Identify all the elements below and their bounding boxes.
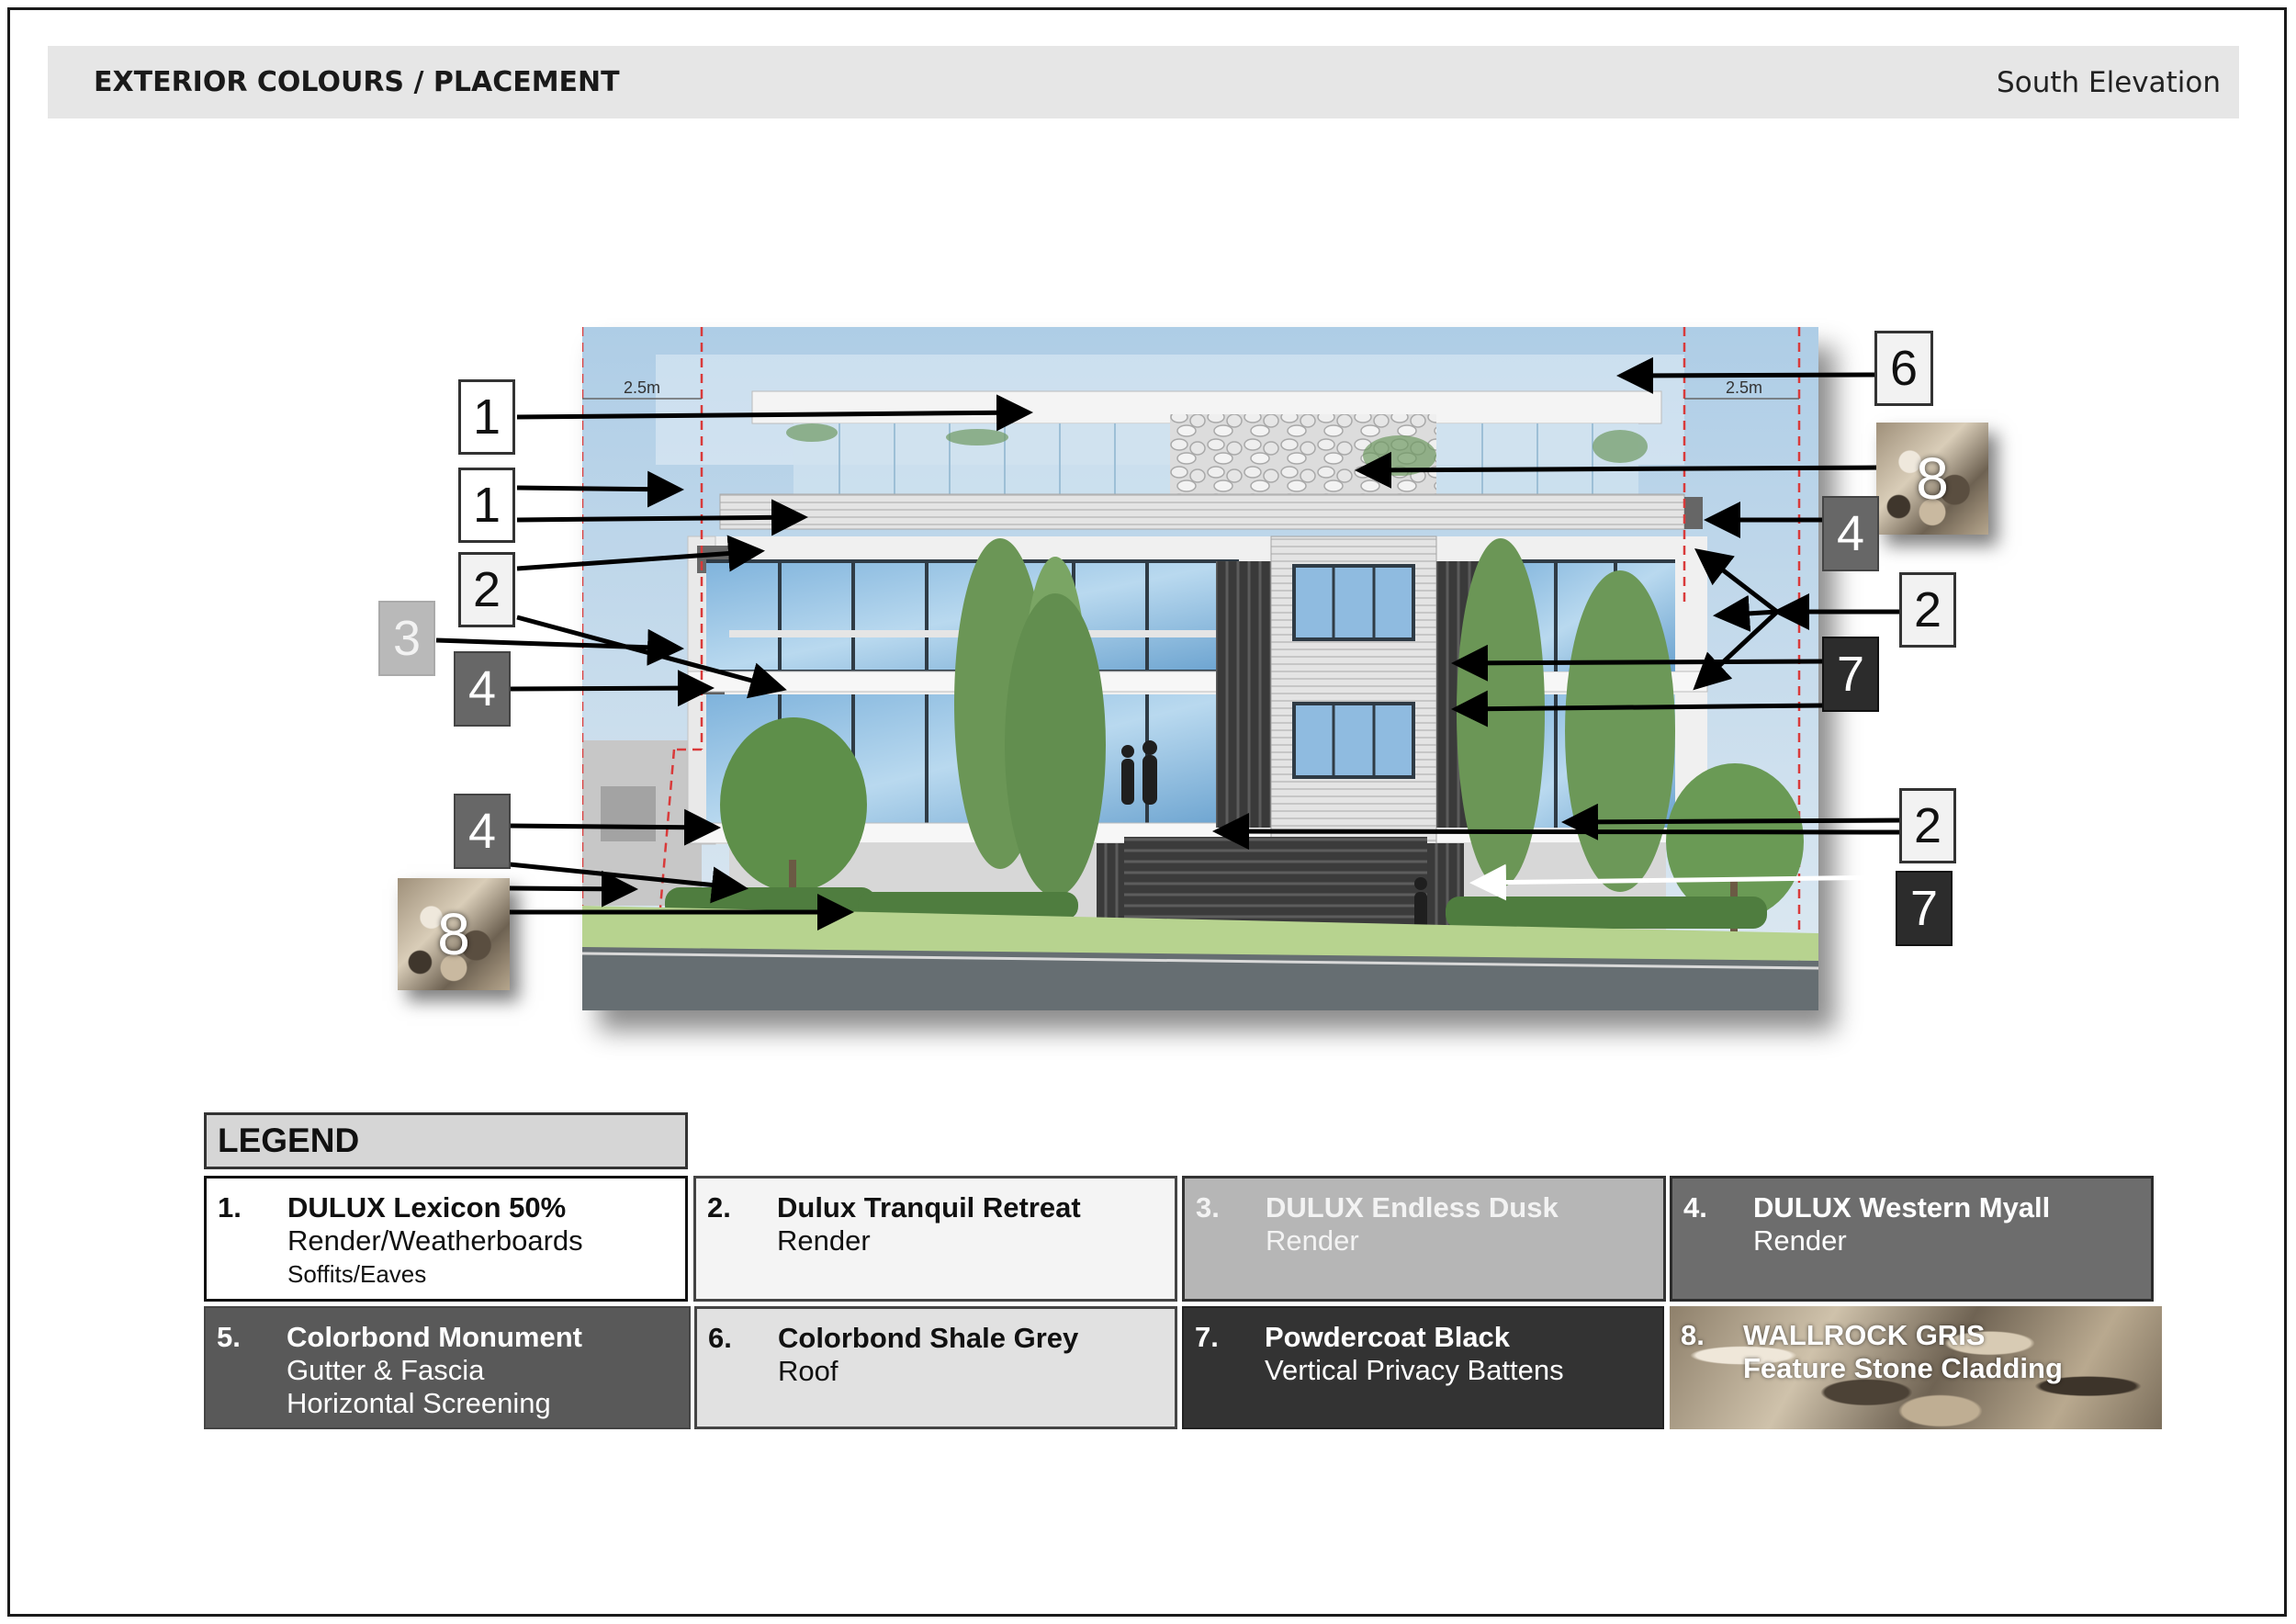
legend-item-number: 6. [708,1322,732,1354]
legend-item-2: 2. Dulux Tranquil Retreat Render [693,1176,1177,1302]
legend-item-use: Vertical Privacy Battens [1265,1354,1564,1386]
legend-item-use: Render [1753,1224,1847,1257]
callout-6: 6 [1874,331,1933,406]
legend-item-name: Powdercoat Black [1265,1321,1511,1353]
legend-item-use: Render/Weatherboards [287,1224,583,1257]
callout-3: 3 [378,601,435,676]
legend-item-number: 5. [217,1321,241,1353]
callout-4-lower-left: 4 [454,794,511,869]
legend-item-use: Render [777,1224,871,1257]
callout-1-second: 1 [458,468,515,543]
legend-item-name: WALLROCK GRIS [1743,1319,1986,1351]
callout-2-upper-right: 2 [1899,572,1956,648]
legend-item-use-secondary: Soffits/Eaves [287,1260,427,1288]
callout-1-top: 1 [458,379,515,455]
legend-item-use: Gutter & Fascia [287,1354,485,1386]
legend-title: LEGEND [204,1112,688,1169]
legend-item-name: DULUX Lexicon 50% [287,1191,567,1224]
legend-item-number: 3. [1196,1191,1220,1224]
legend-item-name: Colorbond Monument [287,1321,582,1353]
legend-item-8: 8. WALLROCK GRIS Feature Stone Cladding [1670,1306,2162,1429]
legend-item-name: Dulux Tranquil Retreat [777,1191,1081,1224]
legend-item-number: 2. [707,1191,731,1224]
legend-item-7: 7. Powdercoat Black Vertical Privacy Bat… [1182,1306,1664,1429]
south-elevation-render: 2.5m 2.5m [582,327,1818,1010]
legend-item-6: 6. Colorbond Shale Grey Roof [694,1306,1177,1429]
callout-8-left: 8 [398,878,510,990]
legend-item-5: 5. Colorbond Monument Gutter & Fascia Ho… [204,1306,691,1429]
legend-item-name: DULUX Endless Dusk [1266,1191,1559,1224]
legend-item-1: 1. DULUX Lexicon 50% Render/Weatherboard… [204,1176,688,1302]
legend-item-4: 4. DULUX Western Myall Render [1670,1176,2154,1302]
callout-8-right: 8 [1876,423,1988,535]
callout-7-lower-right: 7 [1896,871,1953,946]
callout-2-lower-right: 2 [1899,788,1956,863]
legend-item-number: 1. [218,1191,242,1224]
legend-item-number: 8. [1681,1319,1705,1351]
callout-4-upper-left: 4 [454,651,511,727]
legend-item-3: 3. DULUX Endless Dusk Render [1182,1176,1666,1302]
legend-item-name: Colorbond Shale Grey [778,1322,1079,1354]
legend-item-use-secondary: Horizontal Screening [287,1387,551,1419]
legend-item-use: Feature Stone Cladding [1743,1352,2063,1384]
legend-item-number: 4. [1683,1191,1707,1224]
page-title: EXTERIOR COLOURS / PLACEMENT [94,66,620,98]
callout-4-right: 4 [1822,496,1879,571]
callout-2-left: 2 [458,552,515,627]
callout-7-upper-right: 7 [1822,637,1879,712]
dimension-left: 2.5m [624,378,660,397]
elevation-label: South Elevation [1997,65,2221,99]
legend-item-number: 7. [1195,1321,1219,1353]
dimension-right: 2.5m [1726,378,1762,397]
header-bar: EXTERIOR COLOURS / PLACEMENT South Eleva… [48,46,2239,118]
legend-item-name: DULUX Western Myall [1753,1191,2051,1224]
legend-item-use: Render [1266,1224,1359,1257]
legend-item-use: Roof [778,1355,838,1387]
